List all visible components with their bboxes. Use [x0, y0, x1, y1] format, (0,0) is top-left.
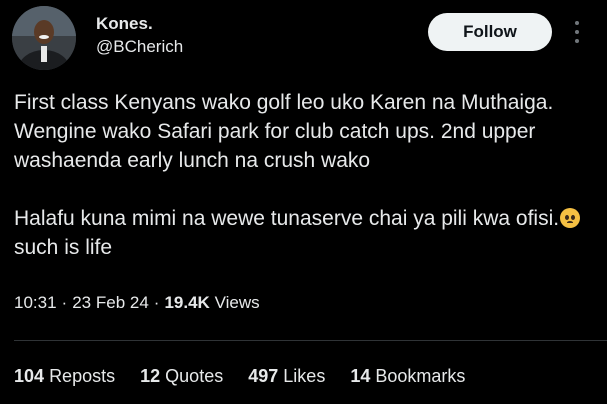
- tweet-text-segment: such is life: [14, 236, 113, 259]
- follow-button[interactable]: Follow: [428, 13, 552, 51]
- tweet-text: First class Kenyans wako golf leo uko Ka…: [14, 88, 594, 262]
- meta-separator: ·: [61, 293, 68, 312]
- bookmarks-label: Bookmarks: [375, 366, 466, 386]
- more-vertical-icon[interactable]: [569, 18, 585, 46]
- divider: [14, 340, 607, 341]
- reposts-label: Reposts: [49, 366, 116, 386]
- meta-separator: ·: [153, 293, 160, 312]
- more-dot: [575, 30, 579, 34]
- engagement-stats: 104 Reposts 12 Quotes 497 Likes 14 Bookm…: [14, 366, 485, 387]
- views-count[interactable]: 19.4K: [164, 293, 209, 312]
- tweet-text-segment: Halafu kuna mimi na wewe tunaserve chai …: [14, 207, 560, 230]
- tweet-time[interactable]: 10:31: [14, 293, 57, 312]
- author-handle[interactable]: @BCherich: [96, 37, 183, 57]
- avatar[interactable]: [12, 6, 76, 70]
- likes-stat[interactable]: 497 Likes: [248, 366, 325, 386]
- tweet-meta: 10:31 · 23 Feb 24 · 19.4K Views: [14, 293, 260, 313]
- quotes-label: Quotes: [165, 366, 224, 386]
- reposts-stat[interactable]: 104 Reposts: [14, 366, 115, 386]
- quotes-stat[interactable]: 12 Quotes: [140, 366, 223, 386]
- pleading-face-emoji-icon: [560, 208, 581, 228]
- likes-label: Likes: [283, 366, 326, 386]
- bookmarks-count: 14: [350, 366, 371, 386]
- bookmarks-stat[interactable]: 14 Bookmarks: [350, 366, 465, 386]
- more-dot: [575, 39, 579, 43]
- tweet-date[interactable]: 23 Feb 24: [72, 293, 149, 312]
- views-label: Views: [214, 293, 260, 312]
- tweet-paragraph: Halafu kuna mimi na wewe tunaserve chai …: [14, 204, 594, 262]
- likes-count: 497: [248, 366, 279, 386]
- tweet-header: Kones. @BCherich Follow: [0, 0, 607, 80]
- quotes-count: 12: [140, 366, 161, 386]
- author-name[interactable]: Kones.: [96, 14, 153, 34]
- reposts-count: 104: [14, 366, 45, 386]
- more-dot: [575, 21, 579, 25]
- avatar-image: [12, 6, 76, 70]
- tweet-paragraph: First class Kenyans wako golf leo uko Ka…: [14, 91, 554, 172]
